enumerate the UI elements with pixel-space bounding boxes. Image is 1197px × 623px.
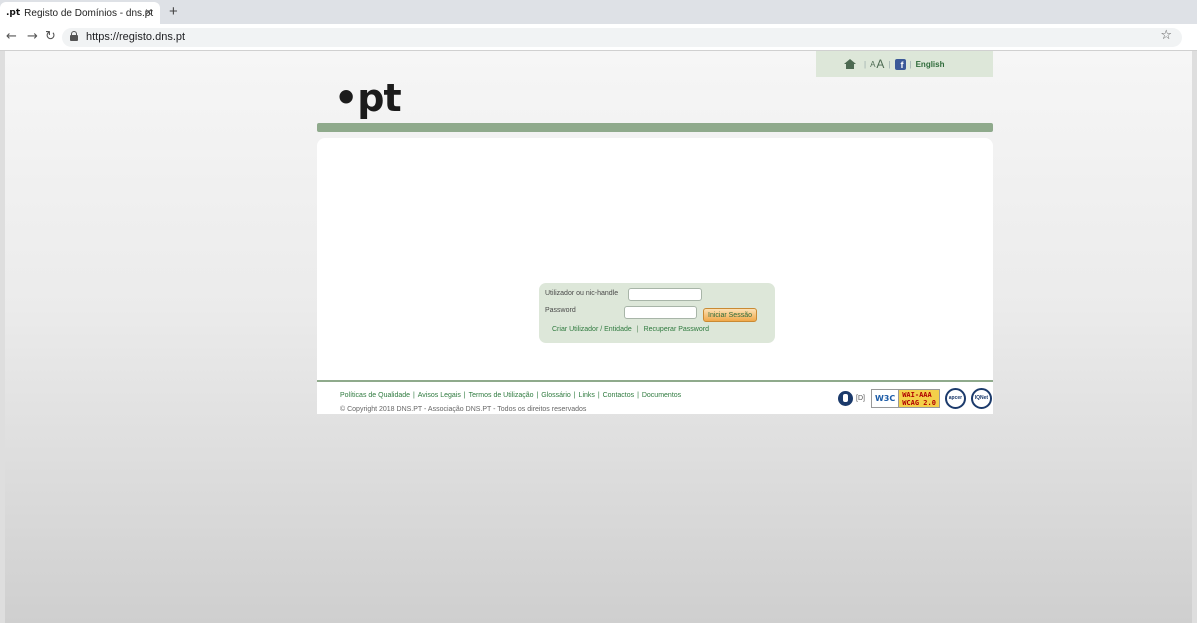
iqnet-seal-icon[interactable]: IQNet bbox=[970, 387, 992, 409]
browser-tabstrip: .pt Registo de Domínios - dns.pt × + bbox=[0, 0, 1197, 24]
main-content-area bbox=[317, 138, 993, 380]
create-user-link[interactable]: Criar Utilizador / Entidade bbox=[552, 326, 632, 333]
new-tab-icon[interactable]: + bbox=[169, 3, 178, 20]
footer-link-quality[interactable]: Políticas de Qualidade bbox=[340, 392, 410, 399]
divider: | bbox=[636, 326, 639, 333]
d-link[interactable]: [D] bbox=[856, 395, 865, 402]
w3c-logo: W3C bbox=[874, 393, 896, 403]
home-icon[interactable] bbox=[844, 59, 856, 69]
accessibility-icon[interactable] bbox=[838, 390, 853, 406]
font-increase-button[interactable]: A bbox=[876, 57, 884, 71]
bookmark-star-icon[interactable]: ☆ bbox=[1160, 28, 1172, 43]
site-logo[interactable]: •pt bbox=[334, 78, 402, 118]
recover-password-link[interactable]: Recuperar Password bbox=[644, 326, 709, 333]
close-tab-icon[interactable]: × bbox=[145, 5, 152, 19]
site-favicon: .pt bbox=[6, 8, 21, 18]
login-links: Criar Utilizador / Entidade | Recuperar Pa… bbox=[552, 326, 709, 333]
password-input[interactable] bbox=[624, 306, 697, 319]
reload-icon[interactable]: ↻ bbox=[45, 29, 56, 44]
address-bar[interactable]: https://registo.dns.pt ☆ bbox=[62, 28, 1182, 47]
font-decrease-button[interactable]: A bbox=[870, 60, 875, 69]
header-band bbox=[317, 123, 993, 132]
browser-tab[interactable]: .pt Registo de Domínios - dns.pt × bbox=[0, 2, 160, 24]
language-link-english[interactable]: English bbox=[916, 60, 945, 69]
login-button[interactable]: Iniciar Sessão bbox=[703, 308, 757, 322]
footer: Políticas de Qualidade | Avisos Legais |… bbox=[317, 380, 993, 414]
password-label: Password bbox=[545, 307, 576, 314]
wcag-level: WAI-AAA WCAG 2.0 bbox=[898, 389, 939, 407]
divider: | bbox=[909, 59, 912, 69]
footer-link-documents[interactable]: Documentos bbox=[642, 392, 681, 399]
back-arrow-icon[interactable]: ← bbox=[6, 29, 17, 44]
copyright-text: © Copyright 2018 DNS.PT - Associação DNS… bbox=[340, 406, 587, 413]
lock-icon bbox=[70, 31, 78, 41]
footer-links: Políticas de Qualidade | Avisos Legais |… bbox=[340, 392, 682, 399]
apcer-seal-icon[interactable]: apcer bbox=[944, 387, 966, 409]
w3c-wcag-badge[interactable]: W3C WAI-AAA WCAG 2.0 bbox=[870, 388, 940, 408]
footer-link-glossary[interactable]: Glossário bbox=[541, 392, 571, 399]
tab-title: Registo de Domínios - dns.pt bbox=[24, 7, 154, 19]
footer-link-legal[interactable]: Avisos Legais bbox=[418, 392, 461, 399]
divider: | bbox=[888, 59, 891, 69]
divider: | bbox=[864, 59, 867, 69]
top-utility-bar: | A A | f | English bbox=[816, 51, 993, 77]
forward-arrow-icon[interactable]: → bbox=[27, 29, 38, 44]
footer-link-contacts[interactable]: Contactos bbox=[603, 392, 635, 399]
facebook-icon[interactable]: f bbox=[894, 58, 906, 70]
username-label: Utilizador ou nic-handle bbox=[545, 290, 619, 297]
footer-badges: [D] W3C WAI-AAA WCAG 2.0 apcer IQNet bbox=[838, 387, 992, 409]
login-panel: Utilizador ou nic-handle Password Inicia… bbox=[539, 283, 775, 343]
footer-link-terms[interactable]: Termos de Utilização bbox=[469, 392, 534, 399]
footer-link-links[interactable]: Links bbox=[579, 392, 595, 399]
browser-toolbar: ← → ↻ https://registo.dns.pt ☆ bbox=[0, 24, 1197, 51]
username-input[interactable] bbox=[628, 288, 702, 301]
url-text: https://registo.dns.pt bbox=[86, 31, 186, 43]
